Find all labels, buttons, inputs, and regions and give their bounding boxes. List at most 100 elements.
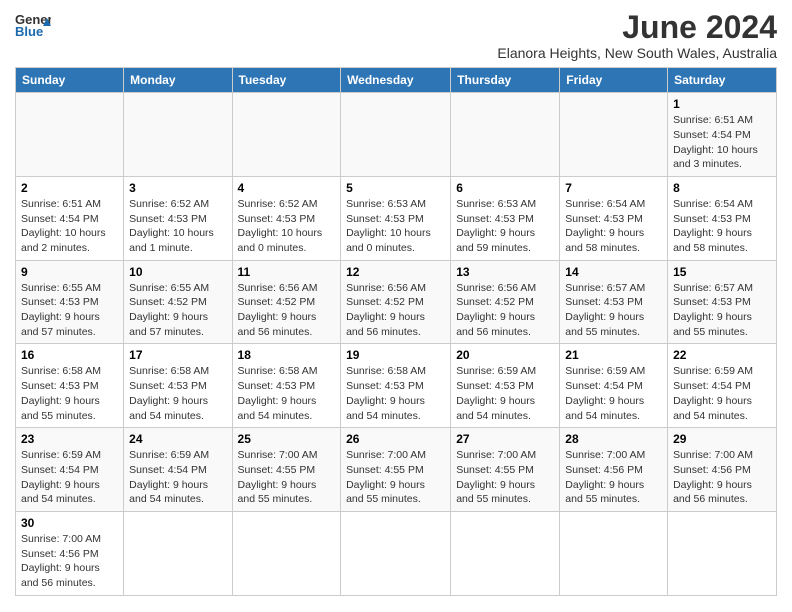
col-wednesday: Wednesday — [341, 68, 451, 93]
calendar-cell-w3-d3: 11 Sunrise: 6:56 AM Sunset: 4:52 PM Dayli… — [232, 260, 341, 344]
calendar-cell-w4-d2: 17 Sunrise: 6:58 AM Sunset: 4:53 PM Dayli… — [124, 344, 232, 428]
calendar-cell-w1-d7: 1 Sunrise: 6:51 AM Sunset: 4:54 PM Daylig… — [668, 93, 777, 177]
calendar-cell-w1-d6 — [560, 93, 668, 177]
day-info: Sunrise: 6:58 AM Sunset: 4:53 PM Dayligh… — [21, 364, 118, 423]
logo: General Blue — [15, 10, 51, 40]
day-number: 14 — [565, 265, 662, 279]
week-row-4: 16 Sunrise: 6:58 AM Sunset: 4:53 PM Dayli… — [16, 344, 777, 428]
day-info: Sunrise: 6:56 AM Sunset: 4:52 PM Dayligh… — [346, 281, 445, 340]
day-info: Sunrise: 6:59 AM Sunset: 4:54 PM Dayligh… — [21, 448, 118, 507]
day-info: Sunrise: 7:00 AM Sunset: 4:56 PM Dayligh… — [565, 448, 662, 507]
generalblue-logo-icon: General Blue — [15, 10, 51, 40]
day-number: 26 — [346, 432, 445, 446]
col-monday: Monday — [124, 68, 232, 93]
calendar-cell-w5-d2: 24 Sunrise: 6:59 AM Sunset: 4:54 PM Dayli… — [124, 428, 232, 512]
col-thursday: Thursday — [451, 68, 560, 93]
col-saturday: Saturday — [668, 68, 777, 93]
day-number: 6 — [456, 181, 554, 195]
calendar-cell-w2-d7: 8 Sunrise: 6:54 AM Sunset: 4:53 PM Daylig… — [668, 176, 777, 260]
title-area: June 2024 Elanora Heights, New South Wal… — [497, 10, 777, 61]
day-number: 8 — [673, 181, 771, 195]
calendar-cell-w5-d5: 27Sunrise: 7:00 AM Sunset: 4:55 PM Dayli… — [451, 428, 560, 512]
day-number: 16 — [21, 348, 118, 362]
col-sunday: Sunday — [16, 68, 124, 93]
calendar-cell-w4-d3: 18 Sunrise: 6:58 AM Sunset: 4:53 PM Dayli… — [232, 344, 341, 428]
calendar-cell-w3-d4: 12 Sunrise: 6:56 AM Sunset: 4:52 PM Dayli… — [341, 260, 451, 344]
day-info: Sunrise: 6:59 AM Sunset: 4:54 PM Dayligh… — [673, 364, 771, 423]
day-info: Sunrise: 6:51 AM Sunset: 4:54 PM Dayligh… — [21, 197, 118, 256]
day-info: Sunrise: 6:58 AM Sunset: 4:53 PM Dayligh… — [346, 364, 445, 423]
day-info: Sunrise: 7:00 AM Sunset: 4:55 PM Dayligh… — [238, 448, 336, 507]
svg-text:Blue: Blue — [15, 24, 43, 39]
day-number: 25 — [238, 432, 336, 446]
calendar-cell-w2-d6: 7 Sunrise: 6:54 AM Sunset: 4:53 PM Daylig… — [560, 176, 668, 260]
calendar-cell-w5-d1: 23 Sunrise: 6:59 AM Sunset: 4:54 PM Dayli… — [16, 428, 124, 512]
week-row-3: 9 Sunrise: 6:55 AM Sunset: 4:53 PM Daylig… — [16, 260, 777, 344]
day-number: 13 — [456, 265, 554, 279]
day-number: 1 — [673, 97, 771, 111]
col-friday: Friday — [560, 68, 668, 93]
day-number: 19 — [346, 348, 445, 362]
day-number: 17 — [129, 348, 226, 362]
day-info: Sunrise: 6:56 AM Sunset: 4:52 PM Dayligh… — [456, 281, 554, 340]
day-info: Sunrise: 7:00 AM Sunset: 4:56 PM Dayligh… — [673, 448, 771, 507]
day-number: 11 — [238, 265, 336, 279]
day-info: Sunrise: 7:00 AM Sunset: 4:56 PM Dayligh… — [21, 532, 118, 591]
day-number: 22 — [673, 348, 771, 362]
calendar-cell-w1-d3 — [232, 93, 341, 177]
day-info: Sunrise: 6:55 AM Sunset: 4:52 PM Dayligh… — [129, 281, 226, 340]
calendar-cell-w6-d4 — [341, 511, 451, 595]
page-subtitle: Elanora Heights, New South Wales, Austra… — [497, 45, 777, 61]
calendar-cell-w6-d5 — [451, 511, 560, 595]
calendar-cell-w3-d1: 9 Sunrise: 6:55 AM Sunset: 4:53 PM Daylig… — [16, 260, 124, 344]
calendar-cell-w3-d2: 10Sunrise: 6:55 AM Sunset: 4:52 PM Dayli… — [124, 260, 232, 344]
day-number: 2 — [21, 181, 118, 195]
day-number: 5 — [346, 181, 445, 195]
calendar-cell-w6-d2 — [124, 511, 232, 595]
day-number: 30 — [21, 516, 118, 530]
day-number: 7 — [565, 181, 662, 195]
day-info: Sunrise: 6:58 AM Sunset: 4:53 PM Dayligh… — [238, 364, 336, 423]
day-number: 18 — [238, 348, 336, 362]
day-info: Sunrise: 6:57 AM Sunset: 4:53 PM Dayligh… — [565, 281, 662, 340]
day-info: Sunrise: 6:56 AM Sunset: 4:52 PM Dayligh… — [238, 281, 336, 340]
day-number: 9 — [21, 265, 118, 279]
calendar-cell-w3-d6: 14 Sunrise: 6:57 AM Sunset: 4:53 PM Dayli… — [560, 260, 668, 344]
calendar-cell-w2-d4: 5Sunrise: 6:53 AM Sunset: 4:53 PM Daylig… — [341, 176, 451, 260]
day-number: 12 — [346, 265, 445, 279]
day-info: Sunrise: 7:00 AM Sunset: 4:55 PM Dayligh… — [346, 448, 445, 507]
day-number: 28 — [565, 432, 662, 446]
calendar-cell-w6-d1: 30 Sunrise: 7:00 AM Sunset: 4:56 PM Dayli… — [16, 511, 124, 595]
day-info: Sunrise: 6:54 AM Sunset: 4:53 PM Dayligh… — [565, 197, 662, 256]
day-info: Sunrise: 6:58 AM Sunset: 4:53 PM Dayligh… — [129, 364, 226, 423]
calendar-cell-w3-d5: 13 Sunrise: 6:56 AM Sunset: 4:52 PM Dayli… — [451, 260, 560, 344]
calendar-cell-w4-d1: 16 Sunrise: 6:58 AM Sunset: 4:53 PM Dayli… — [16, 344, 124, 428]
calendar-cell-w1-d4 — [341, 93, 451, 177]
calendar-cell-w4-d7: 22 Sunrise: 6:59 AM Sunset: 4:54 PM Dayli… — [668, 344, 777, 428]
day-info: Sunrise: 6:59 AM Sunset: 4:54 PM Dayligh… — [565, 364, 662, 423]
day-number: 23 — [21, 432, 118, 446]
calendar-cell-w6-d6 — [560, 511, 668, 595]
calendar-cell-w2-d1: 2 Sunrise: 6:51 AM Sunset: 4:54 PM Daylig… — [16, 176, 124, 260]
week-row-5: 23 Sunrise: 6:59 AM Sunset: 4:54 PM Dayli… — [16, 428, 777, 512]
calendar-cell-w3-d7: 15Sunrise: 6:57 AM Sunset: 4:53 PM Dayli… — [668, 260, 777, 344]
day-info: Sunrise: 6:54 AM Sunset: 4:53 PM Dayligh… — [673, 197, 771, 256]
header: General Blue June 2024 Elanora Heights, … — [15, 10, 777, 61]
calendar-cell-w5-d7: 29 Sunrise: 7:00 AM Sunset: 4:56 PM Dayli… — [668, 428, 777, 512]
calendar-cell-w1-d5 — [451, 93, 560, 177]
day-info: Sunrise: 6:55 AM Sunset: 4:53 PM Dayligh… — [21, 281, 118, 340]
day-info: Sunrise: 6:52 AM Sunset: 4:53 PM Dayligh… — [238, 197, 336, 256]
calendar-cell-w1-d1 — [16, 93, 124, 177]
day-number: 29 — [673, 432, 771, 446]
day-number: 20 — [456, 348, 554, 362]
week-row-1: 1 Sunrise: 6:51 AM Sunset: 4:54 PM Daylig… — [16, 93, 777, 177]
calendar-cell-w1-d2 — [124, 93, 232, 177]
col-tuesday: Tuesday — [232, 68, 341, 93]
day-info: Sunrise: 6:51 AM Sunset: 4:54 PM Dayligh… — [673, 113, 771, 172]
day-info: Sunrise: 7:00 AM Sunset: 4:55 PM Dayligh… — [456, 448, 554, 507]
calendar-cell-w4-d6: 21Sunrise: 6:59 AM Sunset: 4:54 PM Dayli… — [560, 344, 668, 428]
day-info: Sunrise: 6:59 AM Sunset: 4:54 PM Dayligh… — [129, 448, 226, 507]
day-number: 24 — [129, 432, 226, 446]
day-info: Sunrise: 6:59 AM Sunset: 4:53 PM Dayligh… — [456, 364, 554, 423]
calendar-cell-w5-d3: 25 Sunrise: 7:00 AM Sunset: 4:55 PM Dayli… — [232, 428, 341, 512]
